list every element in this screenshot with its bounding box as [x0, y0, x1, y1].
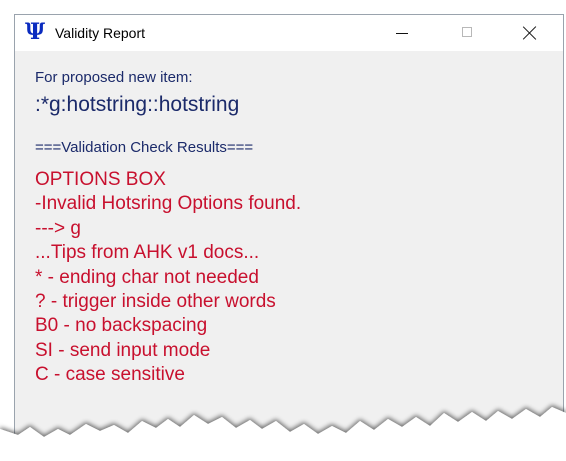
result-line: * - ending char not needed [35, 266, 259, 288]
result-line: ...Tips from AHK v1 docs... [35, 242, 260, 264]
close-button[interactable] [507, 15, 553, 51]
result-line: -Invalid Hotsring Options found. [35, 193, 302, 215]
validation-results-list: OPTIONS BOX -Invalid Hotsring Options fo… [35, 168, 301, 388]
result-line: SI - send input mode [35, 339, 211, 361]
proposed-item-value: :*g:hotstring::hotstring [35, 93, 240, 116]
maximize-icon [462, 27, 472, 37]
minimize-button[interactable] [379, 15, 425, 51]
result-line: ---> g [35, 217, 81, 239]
maximize-button[interactable] [445, 15, 491, 51]
window-title: Validity Report [55, 25, 146, 41]
minimize-icon [396, 33, 408, 34]
result-line: C - case sensitive [35, 364, 185, 386]
torn-edge-overlay [0, 407, 566, 461]
close-icon [523, 26, 537, 40]
results-header: ===Validation Check Results=== [35, 139, 254, 156]
proposed-item-label: For proposed new item: [35, 69, 193, 86]
psi-app-icon: Ψ [25, 19, 46, 45]
title-bar[interactable]: Ψ Validity Report [15, 15, 563, 51]
result-line: B0 - no backspacing [35, 315, 208, 337]
result-line: ? - trigger inside other words [35, 291, 276, 313]
result-line: OPTIONS BOX [35, 169, 166, 190]
